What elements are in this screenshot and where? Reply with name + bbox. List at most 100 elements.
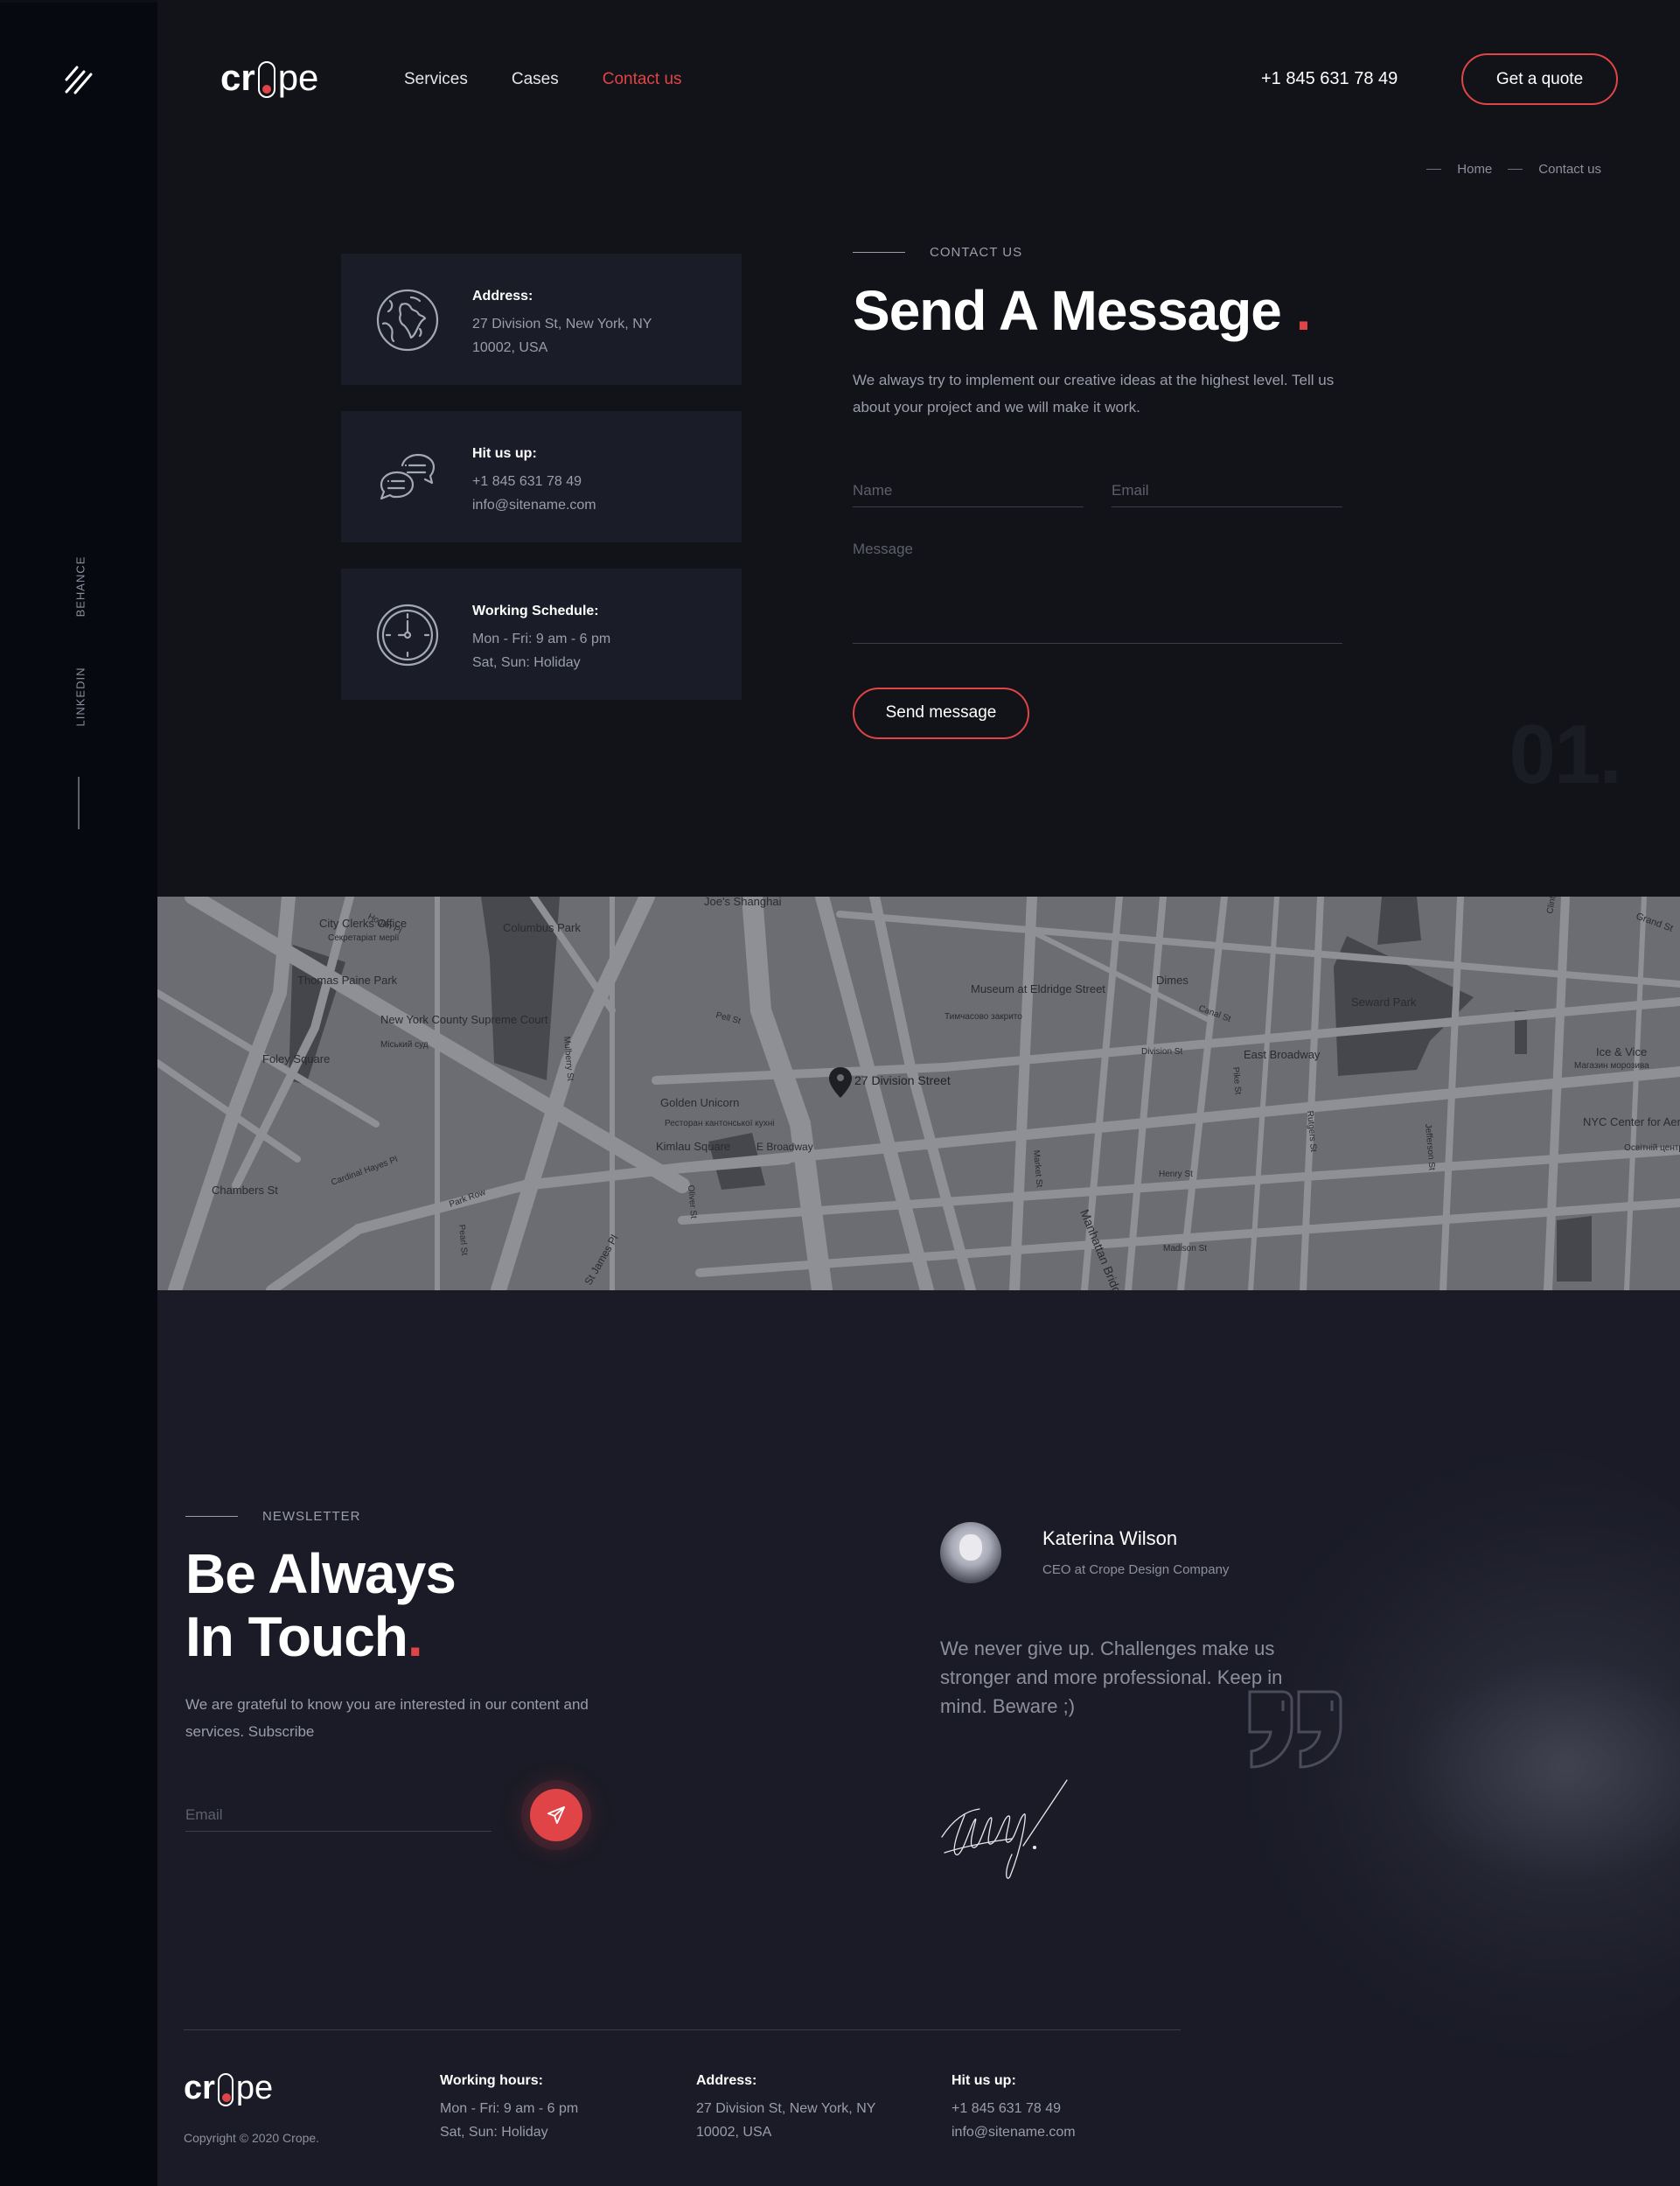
testimonial-author-name: Katerina Wilson — [1042, 1527, 1178, 1549]
address-card: Address: 27 Division St, New York, NY 10… — [341, 254, 742, 385]
map-label: Ресторан кантонської кухні — [665, 1119, 775, 1128]
testimonial-author-role: CEO at Crope Design Company — [1042, 1562, 1230, 1577]
map-label: Магазин морозива — [1574, 1061, 1649, 1071]
message-field-wrapper — [853, 540, 1342, 644]
map-label: Секретаріат мерії — [328, 933, 400, 943]
breadcrumb-current: Contact us — [1538, 162, 1601, 177]
map-label: Chambers St — [212, 1184, 278, 1197]
send-message-button[interactable]: Send message — [853, 687, 1029, 739]
nav-contact-us[interactable]: Contact us — [603, 70, 682, 89]
message-textarea[interactable] — [853, 540, 1342, 628]
card-address-line: 27 Division St, New York, NY — [472, 317, 652, 332]
avatar-face — [959, 1534, 982, 1561]
logo-text-right: pe — [277, 57, 319, 98]
map-label: Міський суд — [380, 1040, 429, 1050]
working-schedule-card: Working Schedule: Mon - Fri: 9 am - 6 pm… — [341, 569, 742, 700]
map-label: Kimlau Square — [656, 1140, 730, 1153]
sidebar-divider — [78, 777, 80, 829]
title-text: Send A Message — [853, 279, 1282, 342]
copyright: Copyright © 2020 Crope. — [184, 2131, 320, 2145]
card-email-link[interactable]: info@sitename.com — [472, 498, 596, 513]
menu-button[interactable] — [63, 64, 98, 99]
map-label: Museum at Eldridge Street — [971, 982, 1105, 995]
footer-hit-us-up: Hit us up: +1 845 631 78 49 info@sitenam… — [952, 2073, 1076, 2141]
hamburger-slashes-icon — [65, 66, 93, 94]
footer-col-line: Sat, Sun: Holiday — [440, 2125, 548, 2140]
section-number: 01. — [1509, 708, 1622, 801]
form-row — [853, 481, 1342, 507]
contact-form-section: CONTACT US Send A Message . We always tr… — [853, 245, 1342, 739]
footer-col-line: 27 Division St, New York, NY — [696, 2101, 876, 2116]
nav-cases[interactable]: Cases — [512, 70, 559, 89]
map-label: Seward Park — [1351, 995, 1417, 1009]
name-field-wrapper — [853, 481, 1084, 507]
footer-working-hours: Working hours: Mon - Fri: 9 am - 6 pm Sa… — [440, 2073, 578, 2141]
breadcrumb-separator — [1426, 169, 1442, 170]
header: cr pe Services Cases Contact us +1 845 63… — [157, 0, 1680, 157]
footer-divider — [184, 2029, 1181, 2030]
map-label: New York County Supreme Court — [380, 1013, 548, 1026]
get-a-quote-button[interactable]: Get a quote — [1461, 53, 1618, 105]
section-eyebrow: NEWSLETTER — [185, 1509, 605, 1524]
map-label: Madison St — [1163, 1244, 1207, 1254]
footer-address: Address: 27 Division St, New York, NY 10… — [696, 2073, 875, 2141]
footer-email-link[interactable]: info@sitename.com — [952, 2125, 1076, 2141]
logo-text-left: cr — [220, 57, 255, 98]
map-pin-label: 27 Division Street — [854, 1073, 951, 1087]
logo[interactable]: cr pe — [220, 57, 319, 98]
newsletter-section: NEWSLETTER Be Always In Touch. We are gr… — [185, 1509, 605, 1859]
email-field-wrapper — [1112, 481, 1342, 507]
map-label: Henry St — [1159, 1170, 1193, 1179]
page-title: Send A Message . — [853, 279, 1342, 344]
footer-col-title: Address: — [696, 2073, 757, 2088]
map-label: East Broadway — [1244, 1048, 1321, 1061]
social-link-behance[interactable]: BEHANCE — [74, 556, 87, 618]
globe-icon — [376, 289, 439, 352]
map-label: Освітній центр — [1624, 1143, 1680, 1153]
nav-services[interactable]: Services — [404, 70, 468, 89]
map-label: Foley Square — [262, 1052, 330, 1065]
logo-text-left: cr — [184, 2070, 215, 2106]
newsletter-email-wrapper — [185, 1806, 491, 1833]
map-canvas: City Clerks Office Секретаріат мерії Col… — [157, 897, 1680, 1290]
hit-us-up-card: Hit us up: +1 845 631 78 49 info@sitenam… — [341, 411, 742, 542]
email-input[interactable] — [1112, 481, 1342, 499]
contact-info-cards: Address: 27 Division St, New York, NY 10… — [341, 254, 742, 726]
map-label: Division St — [1141, 1047, 1182, 1057]
eyebrow-text: NEWSLETTER — [262, 1509, 361, 1524]
breadcrumb-separator — [1508, 169, 1523, 170]
card-phone-link[interactable]: +1 845 631 78 49 — [472, 474, 582, 490]
name-input[interactable] — [853, 481, 1084, 499]
title-accent-dot: . — [407, 1604, 423, 1668]
eyebrow-line — [853, 252, 905, 253]
left-sidebar: BEHANCE LINKEDIN — [0, 0, 157, 2186]
card-title: Working Schedule: — [472, 604, 599, 618]
footer-col-line: 10002, USA — [696, 2125, 772, 2140]
map-label: Joe's Shanghai — [704, 897, 782, 908]
map-label: Golden Unicorn — [660, 1096, 739, 1109]
newsletter-submit-button[interactable] — [530, 1789, 582, 1842]
map[interactable]: City Clerks Office Секретаріат мерії Col… — [157, 897, 1680, 1290]
social-link-linkedin[interactable]: LINKEDIN — [74, 667, 87, 727]
signature-image — [941, 1779, 1068, 1879]
footer-col-line: Mon - Fri: 9 am - 6 pm — [440, 2101, 579, 2116]
map-label: Dimes — [1156, 974, 1189, 987]
card-title: Hit us up: — [472, 446, 537, 461]
footer-phone-link[interactable]: +1 845 631 78 49 — [952, 2101, 1076, 2117]
map-label: Columbus Park — [503, 921, 581, 934]
card-address-line: 10002, USA — [472, 340, 548, 355]
card-title: Address: — [472, 289, 533, 304]
contact-lead: We always try to implement our creative … — [853, 371, 1335, 416]
logo-text-right: pe — [235, 2070, 274, 2106]
map-label: Тимчасово закрито — [945, 1012, 1022, 1022]
avatar — [940, 1522, 1001, 1583]
newsletter-email-input[interactable] — [185, 1806, 491, 1825]
clock-icon — [376, 604, 439, 667]
eyebrow-text: CONTACT US — [930, 245, 1023, 260]
map-label: NYC Center for Aerospace and Applied... — [1583, 1115, 1680, 1128]
breadcrumb-home[interactable]: Home — [1457, 162, 1492, 177]
map-label: E Broadway — [756, 1141, 813, 1153]
header-phone-link[interactable]: +1 845 631 78 49 — [1261, 69, 1398, 89]
footer-logo[interactable]: cr pe — [184, 2070, 274, 2106]
title-accent-dot: . — [1295, 279, 1312, 342]
